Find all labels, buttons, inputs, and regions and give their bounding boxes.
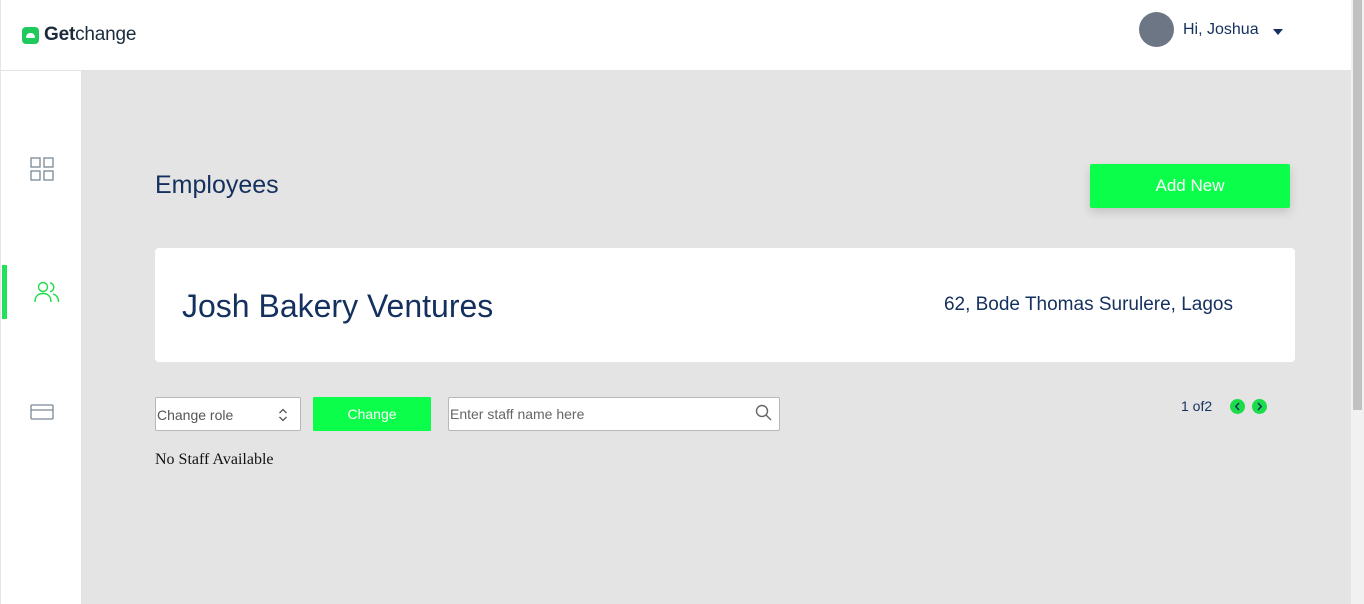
empty-state-message: No Staff Available (155, 451, 274, 468)
next-page-button[interactable] (1252, 399, 1267, 414)
prev-page-button[interactable] (1230, 399, 1245, 414)
main-content: Employees Add New Josh Bakery Ventures 6… (82, 71, 1351, 604)
sidebar-item-employees[interactable] (1, 265, 82, 319)
sidebar-item-payments[interactable] (1, 385, 82, 439)
search-icon[interactable] (755, 404, 773, 422)
logo-icon (22, 26, 39, 44)
card-icon (29, 404, 54, 420)
avatar[interactable] (1139, 12, 1174, 47)
logo[interactable]: Getchange (22, 24, 136, 46)
sidebar-item-dashboard[interactable] (1, 142, 82, 196)
scrollbar-thumb[interactable] (1353, 0, 1362, 410)
add-new-button[interactable]: Add New (1090, 164, 1290, 208)
sidebar (0, 71, 82, 604)
role-select-value: Change role (157, 407, 234, 423)
grid-icon (29, 157, 54, 181)
pagination-label: 1 of2 (1181, 398, 1213, 414)
logo-text-light: change (75, 24, 137, 45)
staff-search (448, 397, 780, 431)
business-address: 62, Bode Thomas Surulere, Lagos (943, 294, 1233, 315)
app-window: Getchange Hi, Joshua Employees Add New J… (0, 0, 1364, 604)
page-title: Employees (155, 171, 279, 199)
logo-text-bold: Get (44, 24, 76, 45)
users-icon (33, 281, 59, 303)
top-header: Getchange Hi, Joshua (0, 0, 1351, 71)
sort-updown-icon (279, 408, 287, 422)
search-input[interactable] (450, 406, 740, 422)
user-greeting[interactable]: Hi, Joshua (1183, 21, 1259, 39)
role-select[interactable]: Change role (155, 397, 301, 431)
chevron-left-icon (1234, 402, 1240, 411)
logo-text: Getchange (44, 24, 136, 46)
chevron-down-icon[interactable] (1272, 28, 1283, 35)
business-name: Josh Bakery Ventures (182, 288, 494, 324)
change-button[interactable]: Change (313, 397, 431, 431)
business-card: Josh Bakery Ventures 62, Bode Thomas Sur… (155, 248, 1295, 362)
user-menu[interactable]: Hi, Joshua (1139, 12, 1283, 47)
chevron-right-icon (1257, 402, 1263, 411)
vertical-scrollbar[interactable] (1351, 0, 1364, 604)
